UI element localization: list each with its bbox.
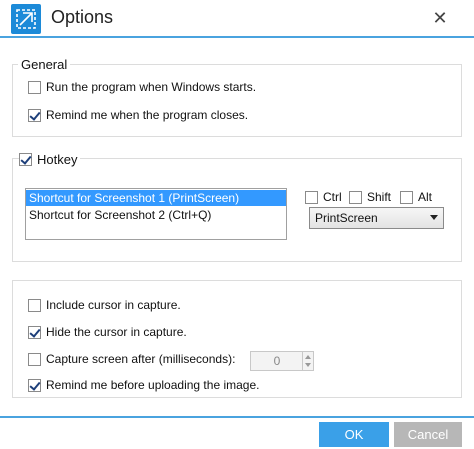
general-legend: General <box>18 57 71 72</box>
chevron-down-icon[interactable] <box>430 215 438 220</box>
alt-option[interactable]: Alt <box>400 190 432 204</box>
hotkey-key-select[interactable]: PrintScreen <box>309 207 444 229</box>
include-cursor-option[interactable]: Include cursor in capture. <box>28 298 181 312</box>
shift-label: Shift <box>367 190 392 204</box>
hide-cursor-label: Hide the cursor in capture. <box>46 325 187 339</box>
hotkey-checkbox[interactable] <box>19 153 32 166</box>
shortcut-item-screenshot-2[interactable]: Shortcut for Screenshot 2 (Ctrl+Q) <box>26 207 286 223</box>
hotkey-legend: Hotkey <box>37 152 78 167</box>
capture-delay-label: Capture screen after (milliseconds): <box>46 352 236 366</box>
ctrl-option[interactable]: Ctrl <box>305 190 342 204</box>
dialog-footer: OK Cancel <box>0 416 474 449</box>
capture-delay-option[interactable]: Capture screen after (milliseconds): <box>28 352 235 366</box>
close-icon[interactable]: ✕ <box>430 8 450 28</box>
spin-down-icon[interactable] <box>305 363 311 367</box>
capture-delay-checkbox[interactable] <box>28 352 41 366</box>
shift-option[interactable]: Shift <box>349 190 391 204</box>
ok-button[interactable]: OK <box>319 422 389 447</box>
hide-cursor-option[interactable]: Hide the cursor in capture. <box>28 325 187 339</box>
remind-before-upload-checkbox[interactable] <box>28 378 41 392</box>
ctrl-label: Ctrl <box>323 190 342 204</box>
run-on-startup-label: Run the program when Windows starts. <box>46 80 257 94</box>
run-on-startup-checkbox[interactable] <box>28 80 41 94</box>
ctrl-checkbox[interactable] <box>305 190 318 204</box>
hotkey-toggle[interactable]: Hotkey <box>19 152 81 167</box>
capture-delay-stepper[interactable]: 0 <box>250 351 314 371</box>
options-content: General Run the program when Windows sta… <box>0 40 474 416</box>
alt-checkbox[interactable] <box>400 190 413 204</box>
general-group <box>12 64 462 137</box>
run-on-startup-option[interactable]: Run the program when Windows starts. <box>28 80 256 94</box>
window-title: Options <box>51 7 114 27</box>
cancel-button[interactable]: Cancel <box>394 422 462 447</box>
capture-delay-value[interactable]: 0 <box>251 352 303 370</box>
shift-checkbox[interactable] <box>349 190 362 204</box>
shortcut-item-screenshot-1[interactable]: Shortcut for Screenshot 1 (PrintScreen) <box>26 190 286 206</box>
remind-before-upload-option[interactable]: Remind me before uploading the image. <box>28 378 259 392</box>
remind-on-close-checkbox[interactable] <box>28 108 41 122</box>
spin-up-icon[interactable] <box>305 355 311 359</box>
remind-on-close-option[interactable]: Remind me when the program closes. <box>28 108 248 122</box>
remind-on-close-label: Remind me when the program closes. <box>46 108 249 122</box>
hide-cursor-checkbox[interactable] <box>28 325 41 339</box>
hotkey-key-value: PrintScreen <box>315 211 378 225</box>
alt-label: Alt <box>418 190 433 204</box>
stepper-buttons <box>302 352 313 370</box>
remind-before-upload-label: Remind me before uploading the image. <box>46 378 260 392</box>
shortcut-list[interactable]: Shortcut for Screenshot 1 (PrintScreen) … <box>25 188 287 240</box>
app-logo-icon <box>11 4 41 34</box>
include-cursor-label: Include cursor in capture. <box>46 298 181 312</box>
title-bar: Options ✕ <box>0 0 474 38</box>
include-cursor-checkbox[interactable] <box>28 298 41 312</box>
